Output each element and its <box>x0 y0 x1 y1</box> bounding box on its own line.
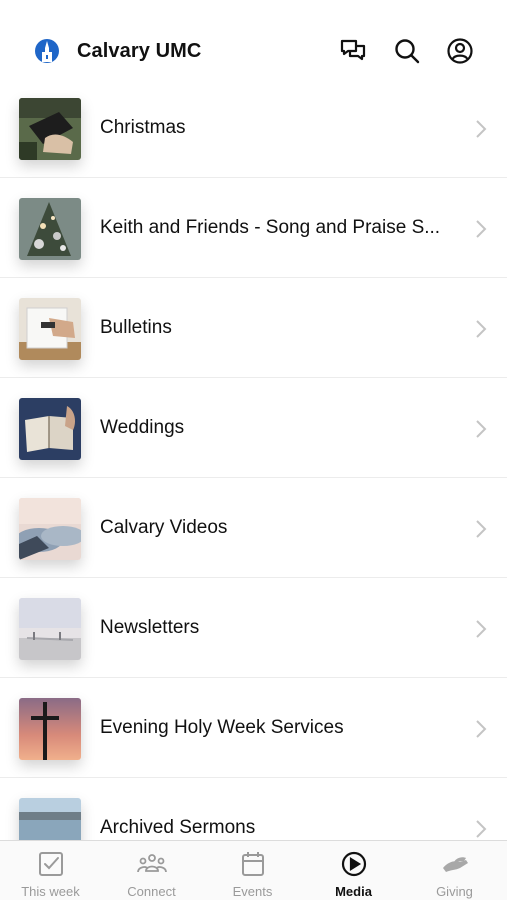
list-item[interactable]: Newsletters <box>0 578 507 678</box>
tab-media[interactable]: Media <box>303 841 404 900</box>
tab-label: Connect <box>127 884 176 899</box>
tab-events[interactable]: Events <box>202 841 303 900</box>
chevron-right-icon <box>474 118 488 140</box>
list-item-label: Calvary Videos <box>100 517 228 538</box>
calendar-icon <box>238 850 268 878</box>
bottom-tab-bar: This week Connect Events Media Giving <box>0 840 507 900</box>
newsletters-thumbnail <box>19 598 81 660</box>
search-icon[interactable] <box>393 37 421 65</box>
list-item-label: Keith and Friends - Song and Praise S... <box>100 217 441 238</box>
checkbox-icon <box>36 850 66 878</box>
app-title: Calvary UMC <box>77 40 202 62</box>
christmas-tree-thumbnail <box>19 198 81 260</box>
list-item[interactable]: Evening Holy Week Services <box>0 678 507 778</box>
tab-label: Events <box>232 884 273 899</box>
tab-giving[interactable]: Giving <box>404 841 505 900</box>
media-list: Christmas Keith and Friends - Song and P… <box>0 78 507 840</box>
list-item-label: Evening Holy Week Services <box>100 717 344 738</box>
list-item[interactable]: Calvary Videos <box>0 478 507 578</box>
hand-icon <box>440 850 470 878</box>
list-item-label: Archived Sermons <box>100 817 256 838</box>
list-item[interactable]: Weddings <box>0 378 507 478</box>
list-item-label: Bulletins <box>100 317 172 338</box>
tab-label: This week <box>21 884 80 899</box>
people-icon <box>137 850 167 878</box>
list-item-label: Christmas <box>100 117 186 138</box>
list-item[interactable]: Archived Sermons <box>0 778 507 840</box>
list-item[interactable]: Keith and Friends - Song and Praise S... <box>0 178 507 278</box>
chevron-right-icon <box>474 318 488 340</box>
tab-label: Giving <box>436 884 473 899</box>
account-icon[interactable] <box>446 37 474 65</box>
chevron-right-icon <box>474 418 488 440</box>
list-item[interactable]: Christmas <box>0 78 507 178</box>
chat-icon[interactable] <box>339 37 367 65</box>
chevron-right-icon <box>474 218 488 240</box>
tab-this-week[interactable]: This week <box>0 841 101 900</box>
tab-label: Media <box>335 884 372 899</box>
chevron-right-icon <box>474 618 488 640</box>
list-item-label: Newsletters <box>100 617 200 638</box>
list-item[interactable]: Bulletins <box>0 278 507 378</box>
bulletins-thumbnail <box>19 298 81 360</box>
archived-sermons-thumbnail <box>19 798 81 840</box>
weddings-thumbnail <box>19 398 81 460</box>
list-item-label: Weddings <box>100 417 185 438</box>
play-icon <box>339 850 369 878</box>
chevron-right-icon <box>474 518 488 540</box>
cross-sunset-thumbnail <box>19 698 81 760</box>
chevron-right-icon <box>474 818 488 840</box>
calvary-videos-thumbnail <box>19 498 81 560</box>
chevron-right-icon <box>474 718 488 740</box>
tab-connect[interactable]: Connect <box>101 841 202 900</box>
church-logo-icon <box>34 38 60 64</box>
christmas-thumbnail <box>19 98 81 160</box>
